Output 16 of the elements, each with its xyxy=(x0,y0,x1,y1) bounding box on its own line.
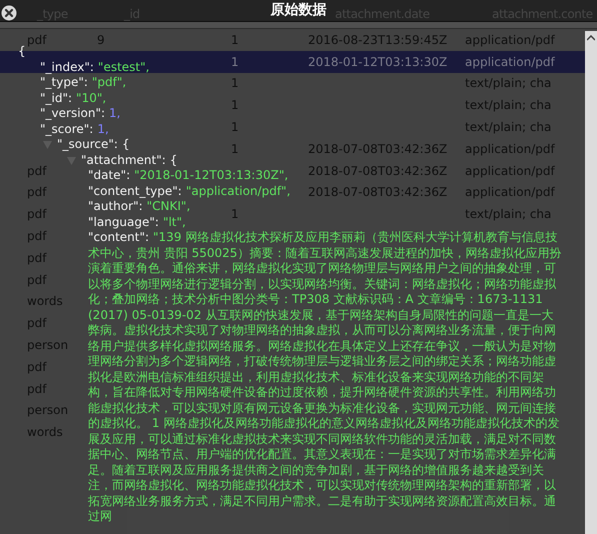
json-entry: "language": "lt", xyxy=(88,214,186,230)
table-cell: application/pdf xyxy=(465,54,555,69)
json-entry: "content": "139 网络虚拟化技术探析及应用李丽莉（贵州医科大学计算机教育与信息技术中心，贵州 贵阳 550025）摘要：随着互联网高速发展进程的加快，网络虚拟化应用扮演着重要角色。通俗来讲，网络虚拟化实现了网络物理层与网络用户之间的抽象处理，可以将多个物理网络进行逻辑分割，以实现网络均衡。关键词：网络虚拟化；网络功能虚拟化；叠加网络；技术分析中图分类号：TP308 文献标识码：A 文章编号：1673-1131 (2017) 05-0139-02 从互联网的快速发展，基于网络架构自身局限性的问题一直是一大弊病。虚拟化技术实现了对物理网络的抽象虚拟，从而可以分离网络业务流量，便于向网络用户提供多样化虚拟网络服务。网络虚拟化在具体定义上还存在争议，一般认为是对物理网络分割为多个逻辑网络，打破传统物理层与逻辑业务层之间的绑定关系；网络功能虚拟化是欧洲电信标准组织提出，利用虚拟化技术、标准化设备来实现网络功能的不同架构，旨在降低对专用网络硬件设备的过度依赖，提升网络硬件资源的共享性。利用网络功能虚拟化技术，可以实现对原有网元设备更换为标准化设备，实现网元功能、网元间连接的虚拟化。 1 网络虚拟化及网络功能虚拟化的意义网络虚拟化及网络功能虚拟化技术的发展及应用，可以通过标准化虚拟技术来实现不同网络软件功能的灵活加载，满足对不同数据中心、网络节点、用户端的优化配置。其意义表现在：一是实现了对市场需求差异化满足。随着互联网及应用服务提供商之间的竞争加剧，基于网络的增值服务越来越受到关注，而网络虚拟化、网络功能虚拟化技术，可以实现对传统物理网络架构的重新部署，以拓宽网络业务服务方式，满足不同用户需求。二是有助于实现网络资源配置高效目标。通过网 xyxy=(88,230,562,524)
json-entry: "_score": 1, xyxy=(40,122,109,137)
json-entry: "content_type": "application/pdf", xyxy=(88,184,290,199)
json-entry: "_index": "estest", xyxy=(40,60,150,75)
json-entry: "_source": { xyxy=(57,137,130,152)
table-cell: 1 xyxy=(231,54,239,69)
table-cell: 2018-01-12T03:13:30Z xyxy=(308,54,448,69)
json-entry: "_version": 1, xyxy=(40,106,120,122)
json-entry: "date": "2018-01-12T03:13:30Z", xyxy=(88,168,288,184)
dialog-title: 原始数据 xyxy=(270,1,326,20)
json-entry: "_id": "10", xyxy=(40,90,106,106)
json-entry: "attachment": { xyxy=(81,152,178,168)
json-entry: "_type": "pdf", xyxy=(40,75,126,90)
json-entry: "author": "CNKI", xyxy=(88,199,190,214)
